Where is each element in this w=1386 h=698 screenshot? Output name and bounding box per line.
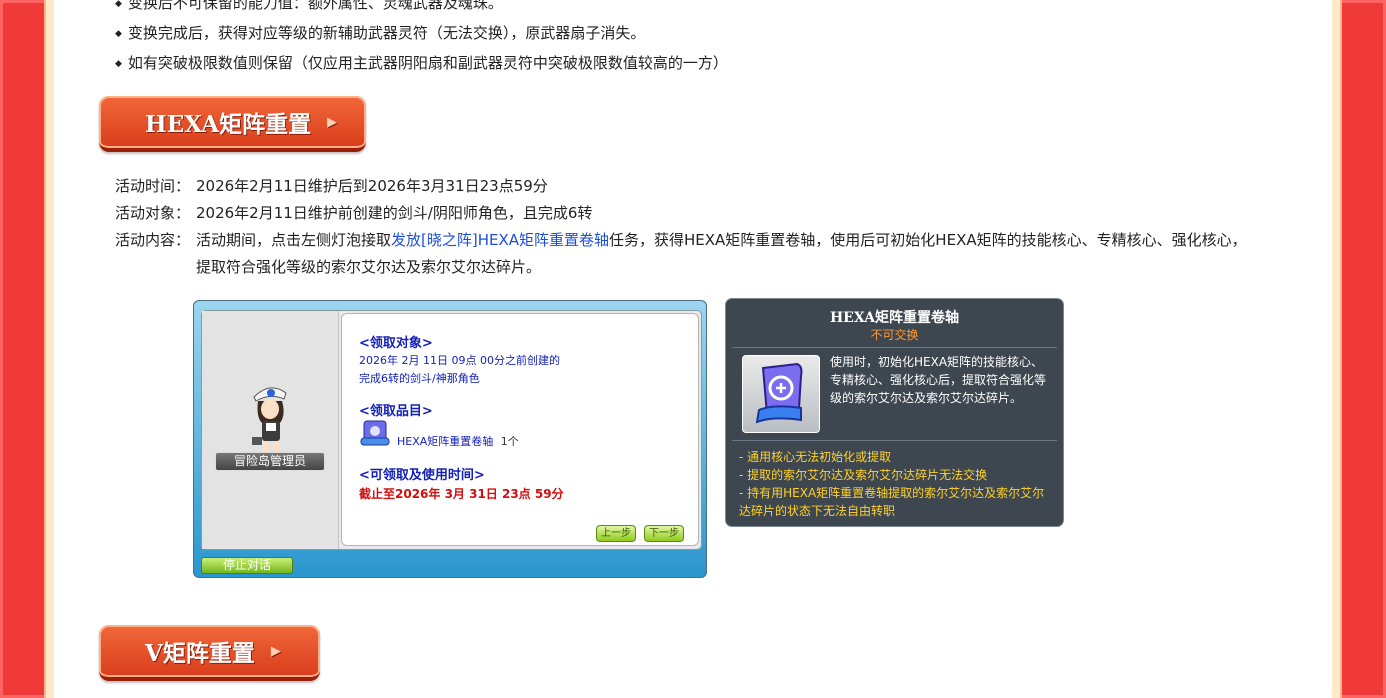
event-content-row: 活动内容： 活动期间，点击左侧灯泡接取发放[晓之阵]HEXA矩阵重置卷轴任务，获… (115, 227, 1315, 281)
hexa-reset-section-header[interactable]: HEXA矩阵重置 ▶ (99, 96, 366, 152)
time-heading: <可领取及使用时间> (359, 468, 485, 483)
target-heading: <领取对象> (359, 336, 433, 351)
scroll-icon (755, 362, 803, 424)
event-content-label: 活动内容： (115, 231, 191, 249)
quest-link[interactable]: 发放[晓之阵]HEXA矩阵重置卷轴 (391, 231, 609, 249)
npc-avatar (252, 387, 287, 453)
hexa-reset-title: HEXA矩阵重置 (145, 111, 312, 138)
arrow-right-icon: ▶ (327, 114, 338, 130)
scroll-icon (360, 420, 390, 446)
left-decorative-border (0, 0, 54, 698)
target-line2: 完成6转的剑斗/神那角色 (359, 372, 480, 385)
item-name: HEXA矩阵重置卷轴 1个 (397, 433, 519, 451)
divider (732, 347, 1057, 348)
event-time-row: 活动时间： 2026年2月11日维护后到2026年3月31日23点59分 (115, 173, 1315, 200)
event-target-row: 活动对象： 2026年2月11日维护前创建的剑斗/阴阳师角色，且完成6转 (115, 200, 1315, 227)
npc-dialog-window: 冒险岛管理员 <领取对象> 2026年 2月 11日 09点 00分之前创建的 … (193, 300, 707, 578)
rule-item: 如有突破极限数值则保留（仅应用主武器阴阳扇和副武器灵符中突破极限数值较高的一方） (115, 50, 728, 80)
right-decorative-border (1332, 0, 1386, 698)
tooltip-title: HEXA矩阵重置卷轴 (829, 310, 960, 326)
tooltip-note: - 通用核心无法初始化或提取 (739, 450, 892, 464)
event-content-value: 活动期间，点击左侧灯泡接取发放[晓之阵]HEXA矩阵重置卷轴任务，获得HEXA矩… (196, 227, 1315, 281)
content-line2: 提取符合强化等级的索尔艾尔达及索尔艾尔达碎片。 (196, 258, 542, 276)
next-button[interactable]: 下一步 (644, 525, 684, 542)
item-heading: <领取品目> (359, 404, 433, 419)
divider (732, 440, 1057, 441)
content-prefix: 活动期间，点击左侧灯泡接取 (196, 231, 392, 249)
tooltip-notes: - 通用核心无法初始化或提取 - 提取的索尔艾尔达及索尔艾尔达碎片无法交换 - … (739, 448, 1055, 520)
event-time-value: 2026年2月11日维护后到2026年3月31日23点59分 (196, 177, 548, 195)
tooltip-note: - 持有用HEXA矩阵重置卷轴提取的索尔艾尔达及索尔艾尔达碎片的状态下无法自由转… (739, 486, 1045, 518)
prev-button[interactable]: 上一步 (596, 525, 636, 542)
item-tooltip: HEXA矩阵重置卷轴 不可交换 使用时，初始化HEXA矩阵的技能核心、专精核心、… (725, 298, 1064, 527)
npc-name-tag: 冒险岛管理员 (215, 452, 325, 471)
npc-dialog-body: 冒险岛管理员 <领取对象> 2026年 2月 11日 09点 00分之前创建的 … (201, 310, 702, 550)
arrow-right-icon: ▶ (270, 643, 281, 659)
event-target-label: 活动对象： (115, 204, 191, 222)
target-line1: 2026年 2月 11日 09点 00分之前创建的 (359, 354, 560, 367)
item-name-text: HEXA矩阵重置卷轴 (397, 435, 494, 448)
item-count: 1个 (500, 435, 519, 448)
time-value: 截止至2026年 3月 31日 23点 59分 (359, 487, 564, 501)
npc-portrait-panel: 冒险岛管理员 (202, 311, 339, 549)
tooltip-note: - 提取的索尔艾尔达及索尔艾尔达碎片无法交换 (739, 468, 988, 482)
stop-dialog-button[interactable]: 停止对话 (201, 557, 293, 574)
event-target-value: 2026年2月11日维护前创建的剑斗/阴阳师角色，且完成6转 (196, 204, 593, 222)
tooltip-description: 使用时，初始化HEXA矩阵的技能核心、专精核心、强化核心后，提取符合强化等级的索… (830, 355, 1047, 405)
rule-item: 变换完成后，获得对应等级的新辅助武器灵符（无法交换），原武器扇子消失。 (115, 20, 728, 50)
content-suffix: 任务，获得HEXA矩阵重置卷轴，使用后可初始化HEXA矩阵的技能核心、专精核心、… (609, 231, 1247, 249)
npc-dialog-text: <领取对象> 2026年 2月 11日 09点 00分之前创建的 完成6转的剑斗… (341, 313, 699, 546)
event-time-label: 活动时间： (115, 177, 191, 195)
rule-item: 变换后不可保留的能力值：额外属性、灵魂武器及魂珠。 (115, 0, 728, 20)
event-info: 活动时间： 2026年2月11日维护后到2026年3月31日23点59分 活动对… (115, 173, 1315, 281)
tooltip-subtitle: 不可交换 (870, 328, 919, 342)
v-matrix-reset-section-header[interactable]: V矩阵重置 ▶ (99, 625, 320, 681)
v-matrix-reset-title: V矩阵重置 (145, 640, 255, 667)
tooltip-item-icon-box (742, 355, 820, 433)
rules-list: 变换后不可保留的能力值：额外属性、灵魂武器及魂珠。 变换完成后，获得对应等级的新… (115, 0, 728, 80)
